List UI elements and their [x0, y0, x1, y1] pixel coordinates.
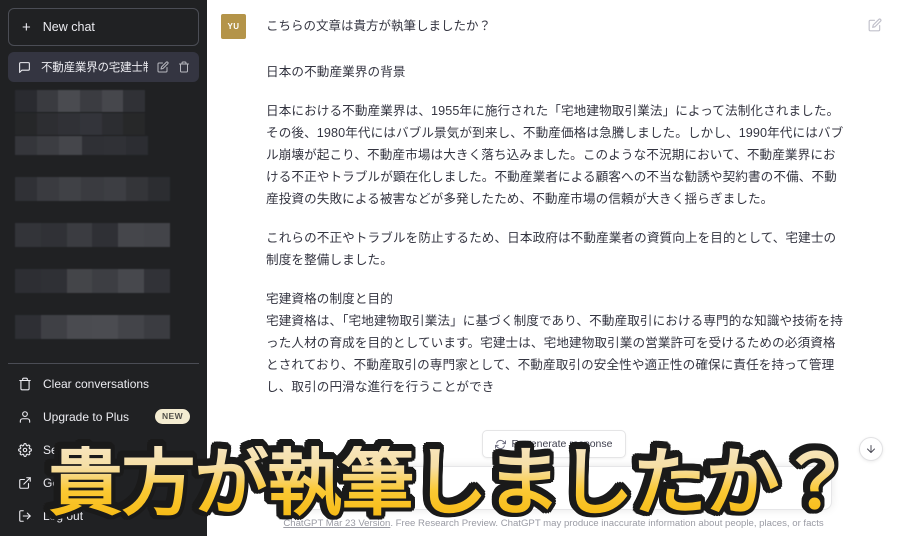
footer-disclaimer: ChatGPT Mar 23 Version. Free Research Pr…	[207, 518, 900, 529]
blurred-conversation-item[interactable]	[15, 315, 170, 339]
gear-icon	[17, 442, 32, 457]
version-link[interactable]: ChatGPT Mar 23 Version	[283, 518, 390, 529]
chat-bubble-icon	[17, 60, 32, 75]
status-badge: NEW	[154, 409, 190, 424]
assistant-paragraph: 日本における不動産業界は、1955年に施行された「宅地建物取引業法」によって法制…	[266, 104, 844, 207]
scroll-to-bottom-button[interactable]	[859, 437, 883, 461]
trash-icon[interactable]	[178, 61, 190, 73]
message-input[interactable]	[290, 481, 795, 495]
new-chat-button[interactable]: + New chat	[8, 8, 199, 46]
regenerate-response-label: Regenerate response	[511, 438, 613, 450]
conversation-title: 不動産業界の宅建士制	[41, 62, 148, 74]
sidebar-menu: Clear conversations Upgrade to Plus NEW …	[8, 363, 199, 536]
blurred-conversation-list	[8, 90, 199, 339]
pencil-icon[interactable]	[157, 61, 169, 73]
conversation-list: 不動産業界の宅建士制	[8, 52, 199, 363]
blurred-conversation-item[interactable]	[15, 113, 146, 135]
sidebar-item-settings[interactable]: Settings	[8, 433, 199, 466]
sidebar-item-label: Settings	[43, 442, 87, 457]
conversation-item-active[interactable]: 不動産業界の宅建士制	[8, 52, 199, 82]
user-message: YU こちらの文章は貴方が執筆しましたか？	[207, 0, 900, 39]
refresh-icon	[494, 439, 506, 450]
logout-icon	[17, 508, 32, 523]
trash-icon	[17, 376, 32, 391]
assistant-paragraph: これらの不正やトラブルを防止するため、日本政府は不動産業者の資質向上を目的として…	[266, 231, 837, 268]
user-icon	[17, 409, 32, 424]
blurred-conversation-item[interactable]	[15, 177, 170, 201]
sidebar-item-label: Log out	[43, 508, 84, 523]
assistant-message-text: 日本の不動産業界の背景 日本における不動産業界は、1955年に施行された「宅地建…	[266, 61, 848, 415]
assistant-paragraph: 日本の不動産業界の背景	[266, 65, 406, 79]
sidebar: + New chat 不動産業界の宅建士制 Clear conversation…	[0, 0, 207, 536]
sidebar-item-label: Clear conversations	[43, 376, 150, 391]
arrow-down-icon	[865, 443, 877, 455]
sidebar-item-label: Get help	[43, 475, 89, 490]
plus-icon: +	[22, 18, 31, 36]
regenerate-response-area: Regenerate response	[207, 430, 900, 458]
composer-area	[207, 466, 900, 510]
blurred-conversation-item[interactable]	[15, 223, 170, 247]
sidebar-item-label: Upgrade to Plus	[43, 409, 130, 424]
avatar: YU	[221, 14, 246, 39]
assistant-paragraph: 宅建資格の制度と目的 宅建資格は、「宅地建物取引業法」に基づく制度であり、不動産…	[266, 292, 843, 395]
sidebar-item-log-out[interactable]: Log out	[8, 499, 199, 532]
user-message-text: こちらの文章は貴方が執筆しましたか？	[266, 19, 492, 33]
message-thread: YU こちらの文章は貴方が執筆しましたか？ 日本の不動産業界の背景 日本における…	[207, 0, 900, 474]
blurred-conversation-item[interactable]	[15, 269, 170, 293]
external-link-icon	[17, 475, 32, 490]
blurred-conversation-item[interactable]	[15, 90, 146, 112]
chatgpt-window: + New chat 不動産業界の宅建士制 Clear conversation…	[0, 0, 900, 536]
new-chat-label: New chat	[42, 20, 95, 34]
sidebar-item-clear-conversations[interactable]: Clear conversations	[8, 367, 199, 400]
chat-main: YU こちらの文章は貴方が執筆しましたか？ 日本の不動産業界の背景 日本における…	[207, 0, 900, 536]
blurred-conversation-item[interactable]	[15, 136, 149, 155]
assistant-message: 日本の不動産業界の背景 日本における不動産業界は、1955年に施行された「宅地建…	[207, 39, 900, 415]
pencil-square-icon[interactable]	[868, 14, 882, 39]
composer[interactable]	[275, 466, 832, 510]
sidebar-item-upgrade-to-plus[interactable]: Upgrade to Plus NEW	[8, 400, 199, 433]
regenerate-response-button[interactable]: Regenerate response	[481, 430, 626, 458]
footer-rest-text: . Free Research Preview. ChatGPT may pro…	[390, 518, 824, 529]
send-icon[interactable]	[807, 479, 820, 497]
sidebar-item-get-help[interactable]: Get help	[8, 466, 199, 499]
